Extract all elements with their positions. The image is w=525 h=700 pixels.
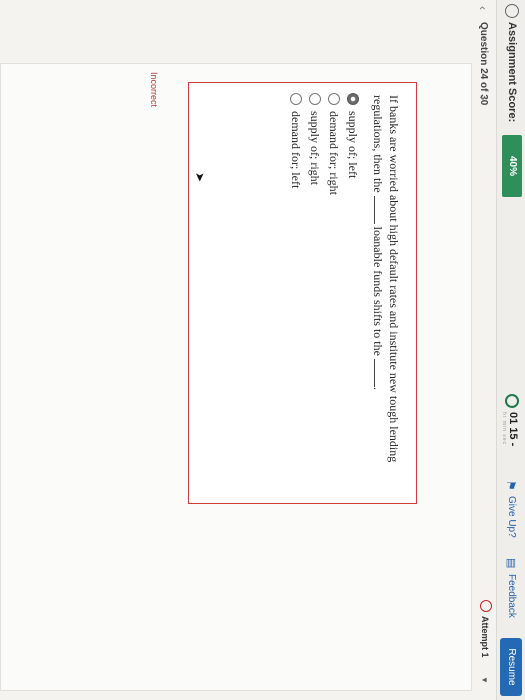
answer-option-label: supply of; left [346, 111, 360, 179]
timer-suffix: - [507, 442, 519, 447]
question-text: If banks are worried about high default … [370, 95, 402, 495]
answer-option-label: demand for; left [289, 111, 303, 189]
answer-option[interactable]: demand for; left [287, 93, 303, 293]
timer-units: hr min sec [501, 412, 507, 446]
score-icon [505, 4, 519, 18]
question-text-part2: loanable funds shifts to the [371, 226, 385, 356]
give-up-link[interactable]: Give Up? [506, 496, 517, 538]
mouse-cursor-icon: ➤ [193, 172, 207, 183]
top-bar: Assignment Score: 40% 01 15 - hr min sec… [496, 0, 525, 700]
flag-icon[interactable]: ⚑ [504, 480, 518, 491]
chevron-left-icon[interactable]: ‹ [476, 6, 490, 10]
question-box: If banks are worried about high default … [188, 82, 417, 504]
score-badge: 40% [502, 135, 522, 197]
chevron-right-icon[interactable]: › [476, 96, 490, 100]
resume-button[interactable]: Resume [500, 638, 522, 696]
clock-icon [505, 394, 519, 408]
radio-button[interactable] [328, 93, 340, 105]
answer-option-label: demand for; right [327, 111, 341, 195]
timer-display: 01 15 - [507, 412, 519, 446]
result-status: Incorrect [149, 72, 159, 108]
answer-option[interactable]: supply of; right [306, 93, 322, 293]
attempt-label[interactable]: Attempt 1 [480, 616, 490, 658]
chevron-down-icon[interactable]: ▼ [480, 676, 489, 684]
radio-button[interactable] [309, 93, 321, 105]
comment-icon[interactable]: ▤ [505, 558, 518, 568]
assignment-page: Assignment Score: 40% 01 15 - hr min sec… [0, 0, 525, 700]
question-text-end: . [371, 386, 385, 390]
radio-button[interactable] [290, 93, 302, 105]
answer-option[interactable]: demand for; right [325, 93, 341, 293]
blank-2 [374, 358, 385, 387]
feedback-link[interactable]: Feedback [506, 574, 517, 618]
no-entry-icon [480, 600, 492, 612]
question-number: Question 24 of 30 [478, 22, 489, 106]
score-label: Assignment Score: [506, 22, 518, 123]
radio-selected[interactable] [347, 93, 359, 105]
blank-1 [374, 195, 385, 224]
answer-option-label: supply of; right [308, 111, 322, 185]
answer-option[interactable]: supply of; left [344, 93, 360, 293]
timer-value: 01 15 [507, 412, 519, 440]
